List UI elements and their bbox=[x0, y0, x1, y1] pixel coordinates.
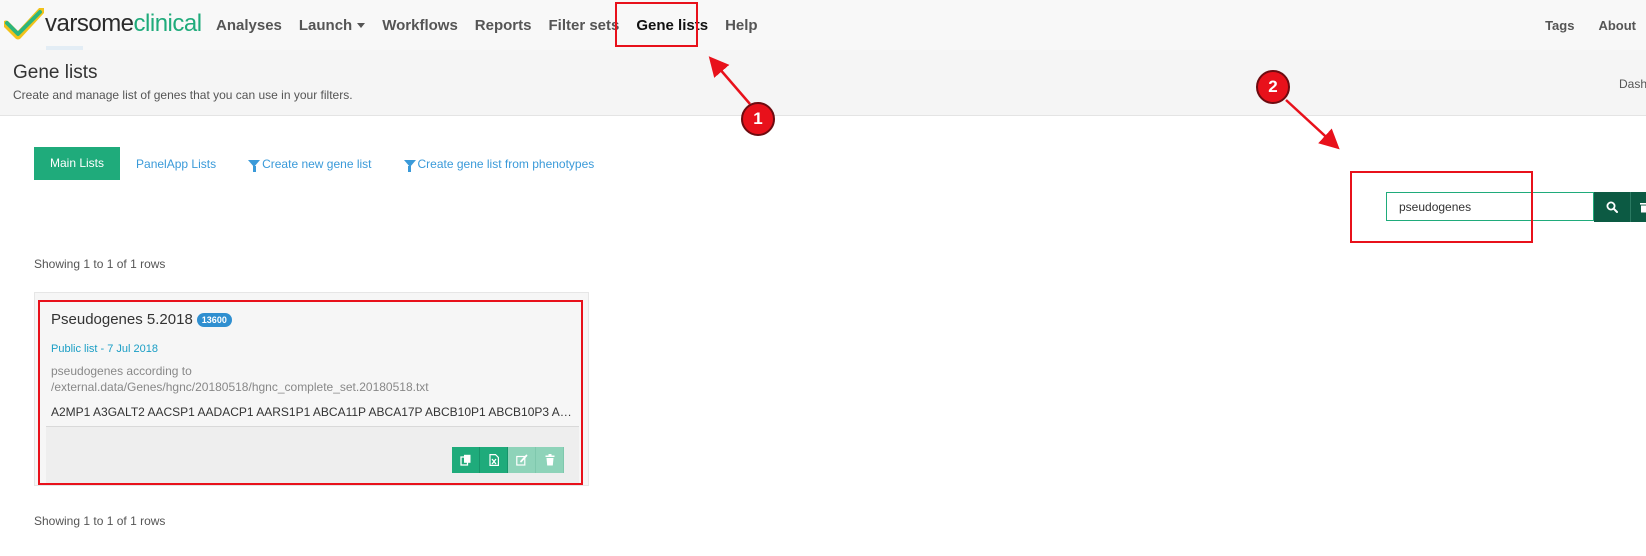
annotation-marker-1: 1 bbox=[741, 102, 775, 136]
arrow-2 bbox=[1285, 99, 1340, 150]
arrow-1 bbox=[708, 56, 751, 105]
annotation-arrows bbox=[708, 56, 1340, 150]
annotation-marker-2: 2 bbox=[1256, 70, 1290, 104]
